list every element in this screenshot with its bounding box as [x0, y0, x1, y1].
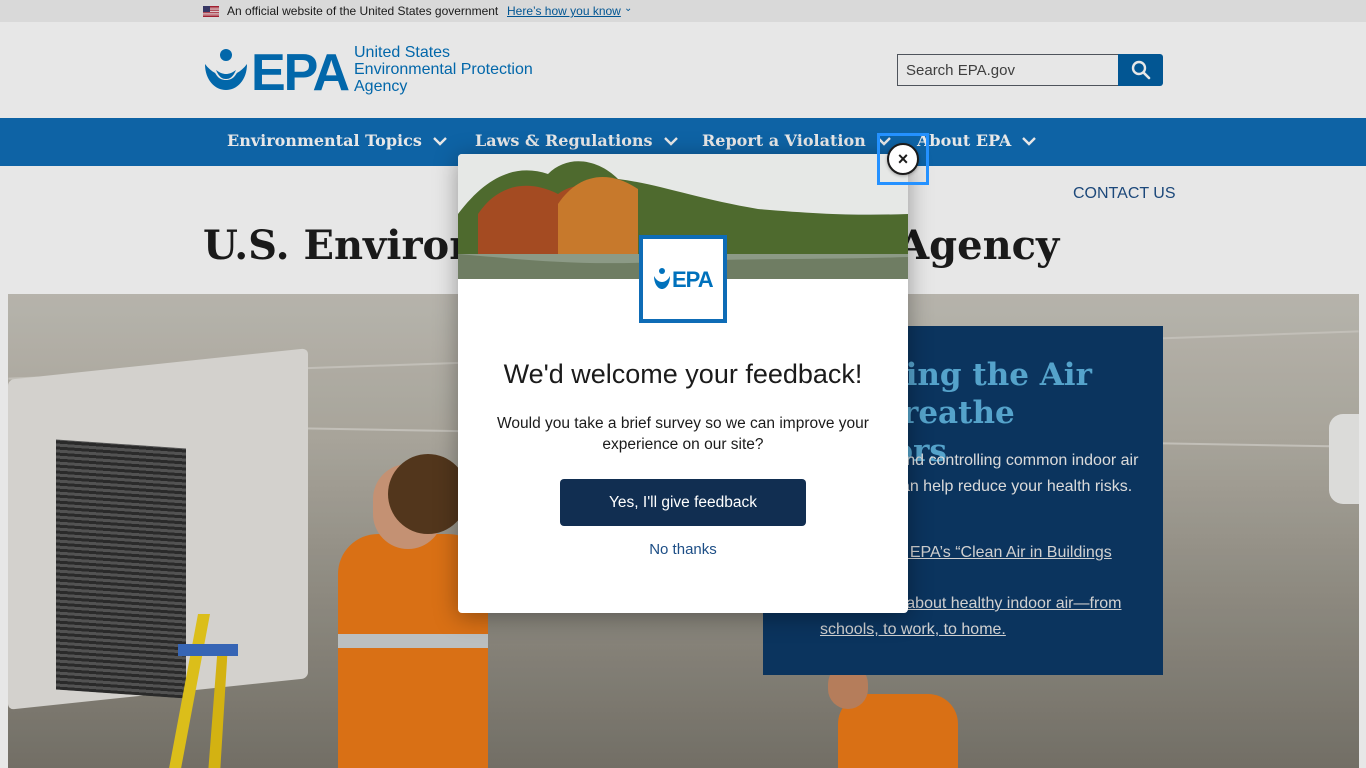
give-feedback-button[interactable]: Yes, I'll give feedback — [560, 479, 806, 526]
feedback-modal: EPA We'd welcome your feedback! Would yo… — [458, 154, 908, 613]
modal-title: We'd welcome your feedback! — [503, 359, 863, 389]
modal-text: Would you take a brief survey so we can … — [497, 415, 869, 453]
modal-logo-text: EPA — [672, 267, 713, 291]
close-icon: × — [897, 148, 909, 169]
epa-modal-logo: EPA — [639, 235, 727, 323]
no-thanks-link[interactable]: No thanks — [458, 541, 908, 558]
epa-logo-icon: EPA — [654, 267, 713, 291]
close-modal-button[interactable]: × — [887, 143, 919, 175]
